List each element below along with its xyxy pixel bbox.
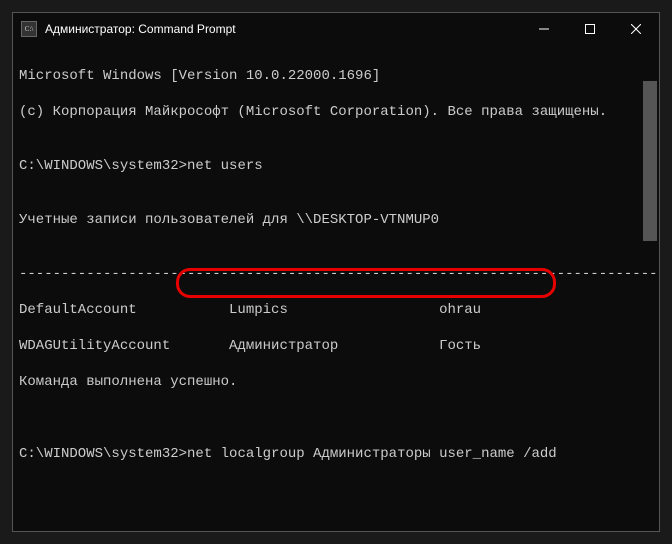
copyright-line: (c) Корпорация Майкрософт (Microsoft Cor…: [19, 103, 653, 121]
users-row: DefaultAccount Lumpics ohrau: [19, 301, 653, 319]
window-controls: [521, 13, 659, 45]
users-row: WDAGUtilityAccount Администратор Гость: [19, 337, 653, 355]
minimize-icon: [539, 24, 549, 34]
prompt-line-2: C:\WINDOWS\system32>net localgroup Админ…: [19, 445, 653, 463]
cmd-icon: C:\: [21, 21, 37, 37]
close-button[interactable]: [613, 13, 659, 45]
terminal-output[interactable]: Microsoft Windows [Version 10.0.22000.16…: [13, 45, 659, 531]
divider-line: ----------------------------------------…: [19, 265, 653, 283]
maximize-button[interactable]: [567, 13, 613, 45]
users-header: Учетные записи пользователей для \\DESKT…: [19, 211, 653, 229]
close-icon: [631, 24, 641, 34]
minimize-button[interactable]: [521, 13, 567, 45]
scrollbar-thumb[interactable]: [643, 81, 657, 241]
prompt-command: net users: [187, 158, 263, 174]
prompt-line-1: C:\WINDOWS\system32>net users: [19, 157, 653, 175]
prompt-path: C:\WINDOWS\system32>: [19, 446, 187, 462]
maximize-icon: [585, 24, 595, 34]
window-title: Администратор: Command Prompt: [45, 22, 521, 36]
prompt-path: C:\WINDOWS\system32>: [19, 158, 187, 174]
success-line: Команда выполнена успешно.: [19, 373, 653, 391]
version-line: Microsoft Windows [Version 10.0.22000.16…: [19, 67, 653, 85]
prompt-command: net localgroup Администраторы user_name …: [187, 446, 557, 462]
titlebar: C:\ Администратор: Command Prompt: [13, 13, 659, 45]
command-prompt-window: C:\ Администратор: Command Prompt Micros…: [12, 12, 660, 532]
